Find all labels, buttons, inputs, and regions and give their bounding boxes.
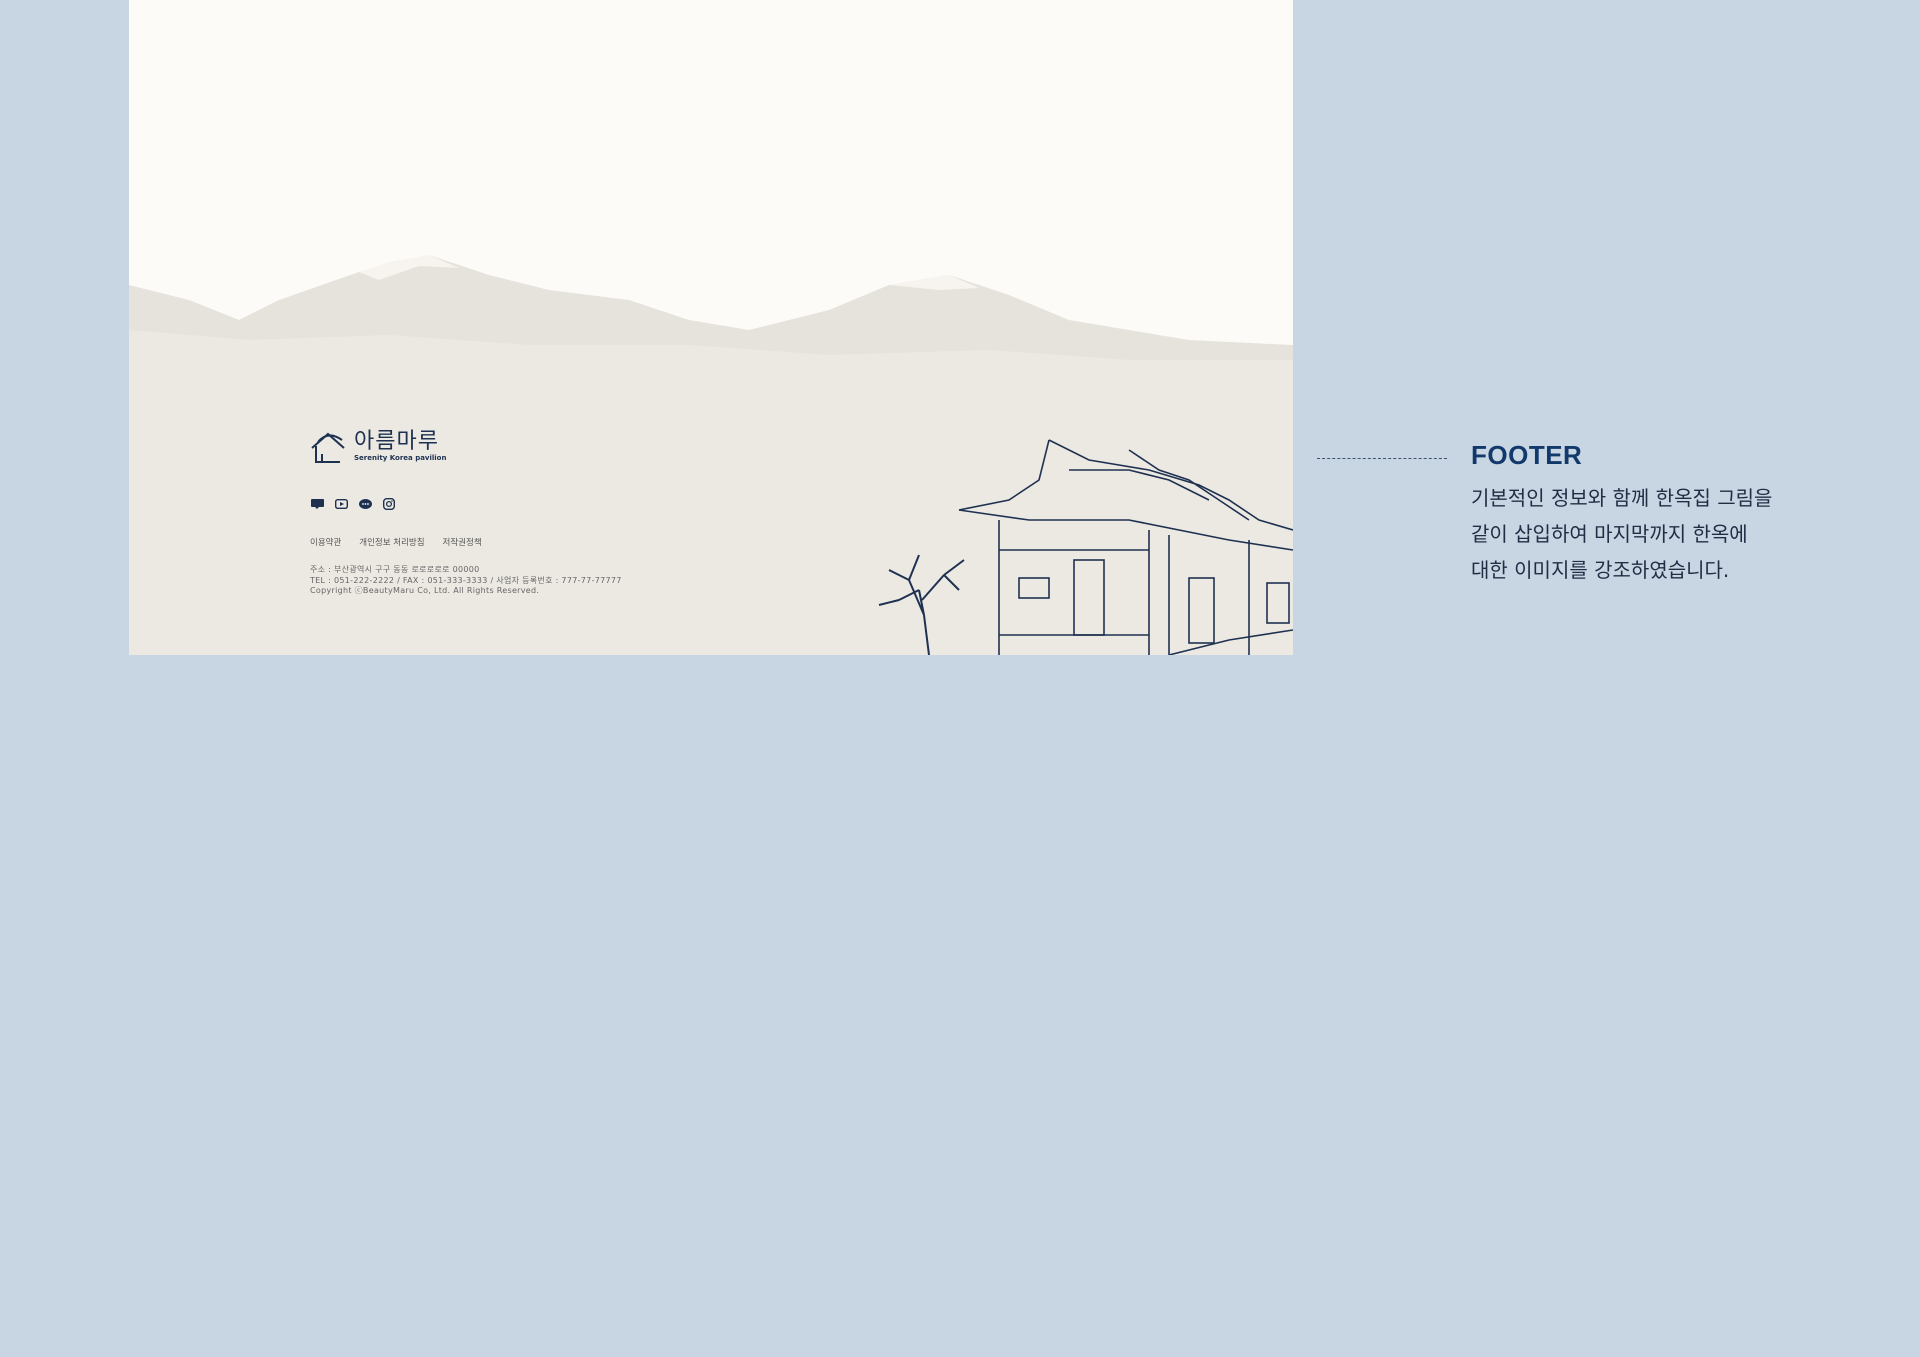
logo-tagline: Serenity Korea pavilion [354, 454, 447, 462]
company-info: 주소 : 부산광역시 구구 동동 로로로로로 00000 TEL : 051-2… [310, 565, 622, 597]
contact-text: TEL : 051-222-2222 / FAX : 051-333-3333 … [310, 575, 622, 585]
callout-line-3: 대한 이미지를 강조하였습니다. [1471, 558, 1730, 582]
privacy-policy-link[interactable]: 개인정보 처리방침 [359, 536, 424, 548]
blog-icon[interactable] [310, 498, 324, 510]
mountain-landscape-illustration [129, 255, 1293, 655]
callout-line-2: 같이 삽입하여 마지막까지 한옥에 [1471, 522, 1748, 546]
footer-preview-panel: 아름마루 Serenity Korea pavilion 이용약관 개인정보 처… [129, 0, 1293, 655]
house-logo-icon [311, 432, 345, 463]
address-text: 주소 : 부산광역시 구구 동동 로로로로로 00000 [310, 565, 480, 574]
callout-line-1: 기본적인 정보와 함께 한옥집 그림을 [1471, 486, 1773, 510]
callout-title: FOOTER [1471, 440, 1583, 470]
brand-logo[interactable]: 아름마루 Serenity Korea pavilion [310, 428, 446, 464]
kakaotalk-icon[interactable] [358, 498, 372, 510]
instagram-icon[interactable] [382, 498, 396, 510]
callout-description: 기본적인 정보와 함께 한옥집 그림을 같이 삽입하여 마지막까지 한옥에 대한… [1471, 480, 1831, 588]
logo-name: 아름마루 [354, 429, 439, 454]
youtube-icon[interactable] [334, 498, 348, 510]
copyright-text: Copyright ⓒBeautyMaru Co, Ltd. All Right… [310, 586, 540, 595]
callout-dashed-line [1317, 458, 1447, 459]
copyright-policy-link[interactable]: 저작권정책 [443, 536, 482, 548]
social-links [310, 498, 396, 510]
terms-link[interactable]: 이용약관 [310, 536, 341, 548]
footer-links: 이용약관 개인정보 처리방침 저작권정책 [310, 536, 482, 548]
